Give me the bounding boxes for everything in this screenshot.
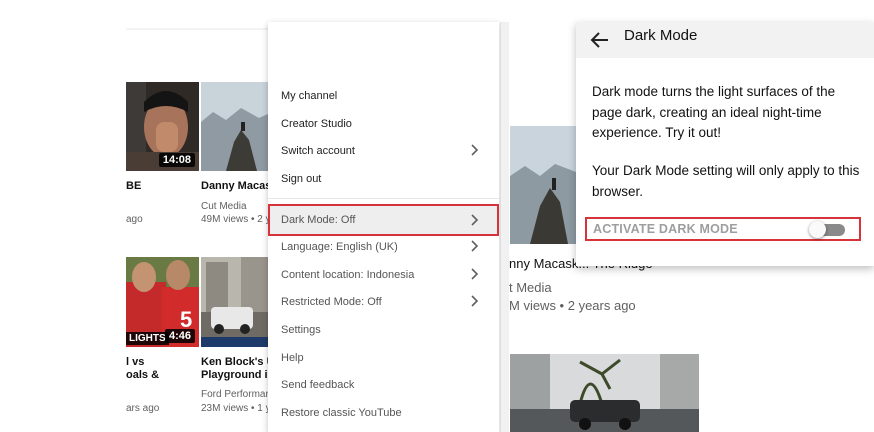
video-duration: 4:46	[164, 329, 195, 343]
video-meta: M views • 2 years ago	[509, 298, 636, 313]
menu-item-label: Dark Mode: Off	[281, 214, 356, 226]
video-thumbnail-right[interactable]	[510, 126, 576, 244]
video-title[interactable]: l vs	[126, 356, 198, 369]
panel-description: Dark mode turns the light surfaces of th…	[592, 84, 836, 140]
video-badge: LIGHTS	[126, 332, 169, 345]
chevron-right-icon	[471, 214, 479, 226]
menu-scrollbar[interactable]	[500, 22, 509, 432]
video-meta: 23M views • 1 y	[201, 403, 269, 414]
video-title-line2[interactable]: Playground in	[201, 369, 269, 382]
video-thumbnail-1[interactable]: 14:08	[126, 82, 199, 171]
chevron-right-icon	[471, 240, 479, 252]
menu-item-send-feedback[interactable]: Send feedback	[268, 371, 499, 399]
thumbnail-image	[201, 82, 272, 171]
thumbnail-image	[201, 257, 272, 347]
menu-item-my-channel[interactable]: My channel	[268, 82, 499, 110]
menu-item-label: Help	[281, 352, 304, 364]
menu-item-dark-mode[interactable]: Dark Mode: Off	[268, 204, 499, 236]
video-title[interactable]: Ken Block's Ul	[201, 356, 269, 369]
menu-item-restore-classic[interactable]: Restore classic YouTube	[268, 399, 499, 427]
account-menu: My channel Creator Studio Switch account…	[268, 22, 499, 432]
video-title[interactable]: Danny Macaskill - The Ridge	[201, 180, 269, 193]
menu-item-switch-account[interactable]: Switch account	[268, 137, 499, 165]
chevron-right-icon	[471, 144, 479, 156]
thumbnail-image	[510, 126, 576, 244]
menu-divider	[268, 198, 499, 199]
video-channel[interactable]: Cut Media	[201, 200, 269, 213]
menu-item-restricted-mode[interactable]: Restricted Mode: Off	[268, 288, 499, 316]
menu-item-label: My channel	[281, 90, 338, 102]
toggle-knob	[809, 221, 826, 238]
dark-mode-toggle[interactable]	[809, 221, 845, 238]
video-meta: ago	[126, 214, 143, 225]
video-channel[interactable]: Ford Performance	[201, 388, 269, 401]
menu-item-label: Language: English (UK)	[281, 241, 398, 253]
menu-item-settings[interactable]: Settings	[268, 316, 499, 344]
menu-item-label: Content location: Indonesia	[281, 269, 415, 281]
menu-item-label: Restricted Mode: Off	[281, 296, 382, 308]
menu-item-label: Settings	[281, 324, 321, 336]
menu-item-label: Restore classic YouTube	[281, 407, 402, 419]
menu-item-label: Switch account	[281, 145, 355, 157]
menu-item-label: Creator Studio	[281, 118, 352, 130]
chevron-right-icon	[471, 295, 479, 307]
video-title[interactable]: BE	[126, 180, 198, 193]
video-thumbnail-4[interactable]	[201, 257, 272, 347]
video-title-line2[interactable]: oals &	[126, 369, 198, 382]
panel-title: Dark Mode	[624, 27, 698, 44]
menu-item-content-location[interactable]: Content location: Indonesia	[268, 261, 499, 289]
menu-item-label: Send feedback	[281, 379, 355, 391]
menu-item-label: Sign out	[281, 173, 322, 185]
back-arrow-icon[interactable]	[590, 31, 610, 49]
video-meta: ars ago	[126, 403, 160, 414]
thumbnail-image	[510, 354, 699, 432]
dark-mode-panel: Dark Mode Dark mode turns the light surf…	[576, 22, 874, 266]
video-thumbnail-right-2[interactable]	[510, 354, 699, 432]
menu-item-sign-out[interactable]: Sign out	[268, 165, 499, 193]
masthead-divider	[126, 28, 271, 30]
video-duration: 14:08	[158, 153, 195, 167]
video-meta: 49M views • 2 years ago	[201, 214, 269, 225]
video-thumbnail-2[interactable]	[201, 82, 272, 171]
panel-note: Your Dark Mode setting will only apply t…	[592, 163, 860, 199]
activate-dark-mode-row[interactable]: ACTIVATE DARK MODE	[585, 217, 861, 241]
menu-item-creator-studio[interactable]: Creator Studio	[268, 110, 499, 138]
video-channel[interactable]: t Media	[509, 280, 669, 295]
panel-header: Dark Mode	[576, 22, 874, 58]
menu-item-help[interactable]: Help	[268, 344, 499, 372]
video-thumbnail-3[interactable]: 5 LIGHTS 4:46	[126, 257, 199, 347]
activate-dark-mode-label: ACTIVATE DARK MODE	[593, 222, 738, 236]
chevron-right-icon	[471, 268, 479, 280]
menu-item-language[interactable]: Language: English (UK)	[268, 233, 499, 261]
